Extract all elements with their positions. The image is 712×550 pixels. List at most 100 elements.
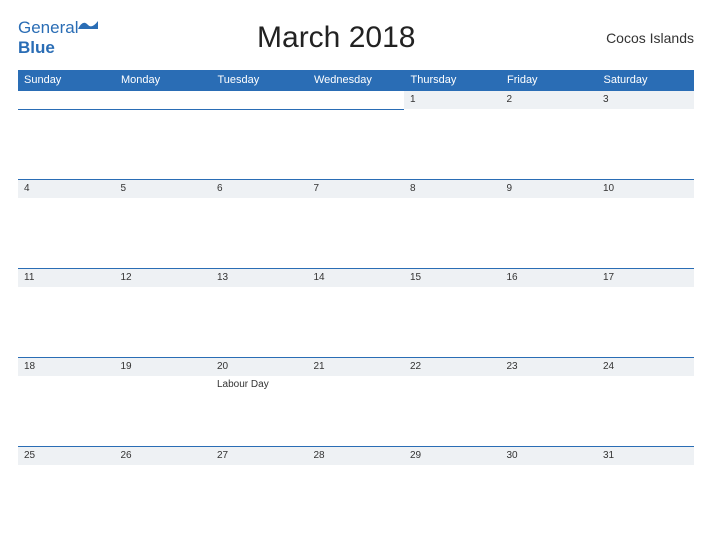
page-title: March 2018 — [98, 21, 574, 55]
day-number: 6 — [211, 179, 308, 198]
calendar-cell: 22 — [404, 357, 501, 446]
logo-word2: Blue — [18, 38, 55, 57]
day-body — [18, 287, 115, 357]
calendar-cell: 16 — [501, 268, 598, 357]
header: General Blue March 2018 Cocos Islands — [18, 18, 694, 58]
day-number: 21 — [308, 357, 405, 376]
logo-text: General Blue — [18, 18, 98, 58]
day-body: Labour Day — [211, 376, 308, 446]
day-body — [308, 465, 405, 535]
day-number: 26 — [115, 446, 212, 465]
day-body — [501, 287, 598, 357]
calendar-cell: 27 — [211, 446, 308, 535]
day-body — [308, 109, 405, 179]
day-body — [211, 109, 308, 179]
day-body — [115, 465, 212, 535]
day-body — [404, 376, 501, 446]
calendar-cell: 12 — [115, 268, 212, 357]
day-body — [308, 287, 405, 357]
calendar-cell: 28 — [308, 446, 405, 535]
weekday-header: Monday — [115, 70, 212, 90]
day-number: 29 — [404, 446, 501, 465]
day-number: 10 — [597, 179, 694, 198]
day-number — [18, 90, 115, 109]
calendar-cell: 1 — [404, 90, 501, 179]
calendar-cell: 19 — [115, 357, 212, 446]
calendar-week-row: 123 — [18, 90, 694, 179]
calendar-cell: 18 — [18, 357, 115, 446]
calendar-cell: 11 — [18, 268, 115, 357]
calendar-cell: 8 — [404, 179, 501, 268]
day-body — [115, 376, 212, 446]
day-body — [404, 198, 501, 268]
calendar-cell: 31 — [597, 446, 694, 535]
day-number — [308, 90, 405, 109]
weekday-header: Thursday — [404, 70, 501, 90]
day-number: 12 — [115, 268, 212, 287]
day-number: 9 — [501, 179, 598, 198]
day-number: 8 — [404, 179, 501, 198]
weekday-header: Tuesday — [211, 70, 308, 90]
day-body — [597, 376, 694, 446]
calendar-cell: 10 — [597, 179, 694, 268]
day-body — [404, 465, 501, 535]
calendar-cell — [308, 90, 405, 179]
day-body — [115, 198, 212, 268]
weekday-header: Wednesday — [308, 70, 405, 90]
day-body — [115, 287, 212, 357]
calendar-cell: 20Labour Day — [211, 357, 308, 446]
calendar-week-row: 45678910 — [18, 179, 694, 268]
day-number: 24 — [597, 357, 694, 376]
calendar-cell: 30 — [501, 446, 598, 535]
calendar-cell: 21 — [308, 357, 405, 446]
day-number: 5 — [115, 179, 212, 198]
day-body — [211, 198, 308, 268]
day-body — [211, 465, 308, 535]
calendar-cell — [115, 90, 212, 179]
region-label: Cocos Islands — [574, 30, 694, 46]
calendar: Sunday Monday Tuesday Wednesday Thursday… — [18, 70, 694, 535]
calendar-week-row: 25262728293031 — [18, 446, 694, 535]
day-number: 13 — [211, 268, 308, 287]
calendar-cell: 29 — [404, 446, 501, 535]
weekday-header-row: Sunday Monday Tuesday Wednesday Thursday… — [18, 70, 694, 90]
day-body — [501, 376, 598, 446]
day-number: 2 — [501, 90, 598, 109]
calendar-cell: 24 — [597, 357, 694, 446]
day-body — [18, 376, 115, 446]
day-body — [18, 109, 115, 179]
day-body — [501, 109, 598, 179]
calendar-cell: 5 — [115, 179, 212, 268]
day-body — [597, 109, 694, 179]
day-body — [18, 465, 115, 535]
calendar-cell: 9 — [501, 179, 598, 268]
day-number: 3 — [597, 90, 694, 109]
day-number: 15 — [404, 268, 501, 287]
day-number: 19 — [115, 357, 212, 376]
calendar-cell: 14 — [308, 268, 405, 357]
calendar-cell: 13 — [211, 268, 308, 357]
day-number: 17 — [597, 268, 694, 287]
day-number: 31 — [597, 446, 694, 465]
logo-word1: General — [18, 18, 78, 37]
calendar-cell: 23 — [501, 357, 598, 446]
day-body — [597, 465, 694, 535]
calendar-cell: 2 — [501, 90, 598, 179]
day-number: 28 — [308, 446, 405, 465]
day-number: 25 — [18, 446, 115, 465]
calendar-cell: 7 — [308, 179, 405, 268]
calendar-cell: 25 — [18, 446, 115, 535]
day-number: 20 — [211, 357, 308, 376]
day-number: 7 — [308, 179, 405, 198]
day-number: 30 — [501, 446, 598, 465]
calendar-week-row: 181920Labour Day21222324 — [18, 357, 694, 446]
day-number — [211, 90, 308, 109]
day-number: 1 — [404, 90, 501, 109]
day-number: 4 — [18, 179, 115, 198]
calendar-cell: 17 — [597, 268, 694, 357]
day-body — [597, 198, 694, 268]
calendar-cell: 26 — [115, 446, 212, 535]
day-body — [115, 109, 212, 179]
day-body — [404, 109, 501, 179]
day-body — [308, 198, 405, 268]
